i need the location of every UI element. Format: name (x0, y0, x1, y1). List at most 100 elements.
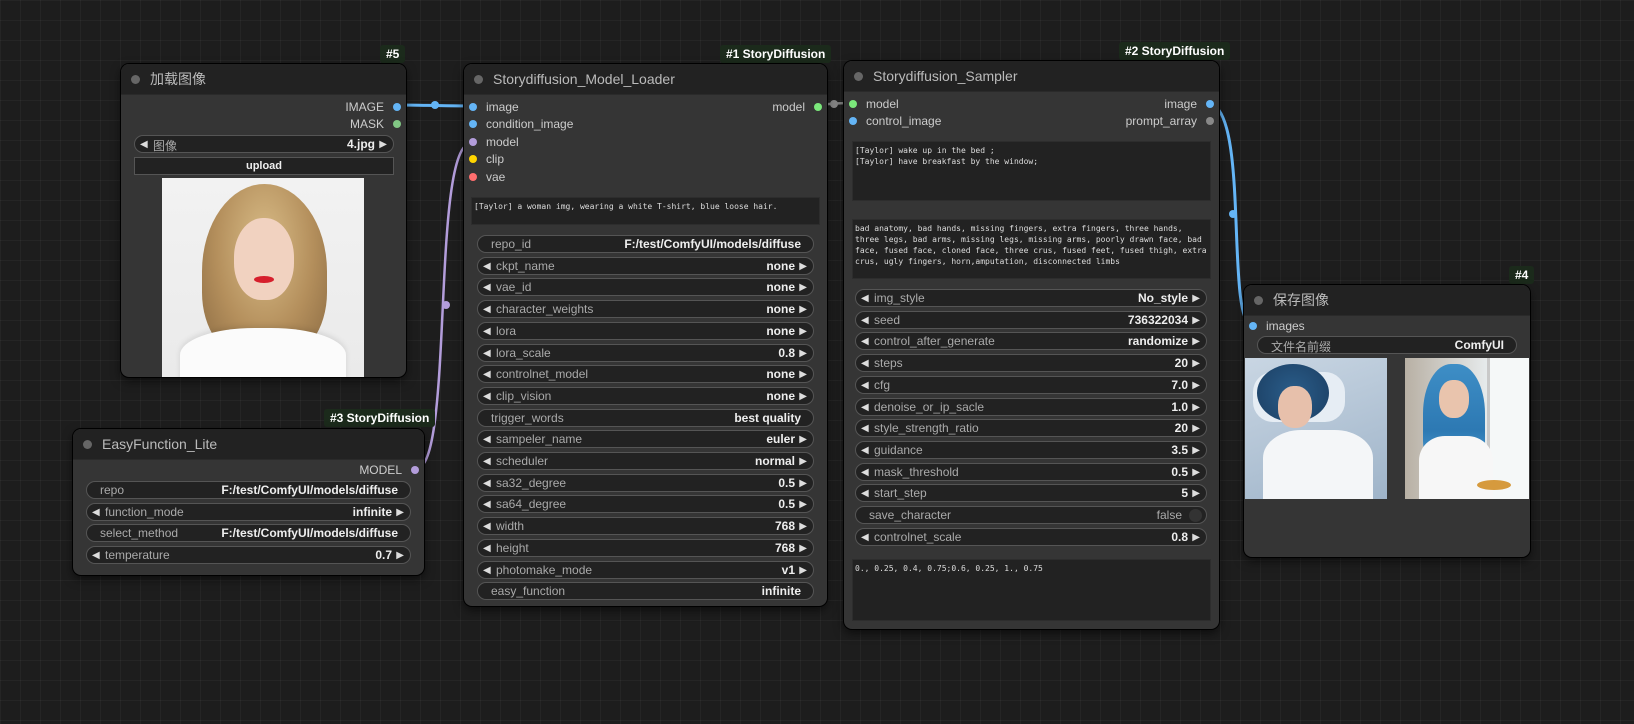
widget-height[interactable]: ◀ height 768 ▶ (477, 538, 814, 557)
widget-start-step[interactable]: ◀ start_step 5 ▶ (855, 484, 1207, 503)
widget-sa32-degree[interactable]: ◀ sa32_degree 0.5 ▶ (477, 473, 814, 492)
input-slot-model[interactable]: model (849, 96, 899, 112)
arrow-left-icon[interactable]: ◀ (483, 453, 491, 470)
arrow-right-icon[interactable]: ▶ (799, 301, 807, 318)
image-select-combo[interactable]: ◀ 图像 4.jpg ▶ (134, 135, 394, 153)
storydiffusion-model-loader-node[interactable]: Storydiffusion_Model_Loader image condit… (464, 64, 827, 606)
widget-clip-vision[interactable]: ◀ clip_vision none ▶ (477, 386, 814, 405)
widget-save-character[interactable]: save_character false (855, 506, 1207, 524)
arrow-right-icon[interactable]: ▶ (1192, 485, 1200, 502)
arrow-left-icon[interactable]: ◀ (483, 345, 491, 362)
widget-control-after-generate[interactable]: ◀ control_after_generate randomize ▶ (855, 332, 1207, 351)
input-slot-clip[interactable]: clip (469, 151, 504, 167)
arrow-right-icon[interactable]: ▶ (396, 547, 404, 564)
arrow-right-icon[interactable]: ▶ (799, 562, 807, 579)
node-header[interactable]: Storydiffusion_Model_Loader (464, 64, 827, 95)
arrow-left-icon[interactable]: ◀ (483, 388, 491, 405)
storydiffusion-sampler-node[interactable]: Storydiffusion_Sampler model control_ima… (844, 61, 1219, 629)
widget-guidance[interactable]: ◀ guidance 3.5 ▶ (855, 440, 1207, 459)
widget-function-mode[interactable]: ◀ function_mode infinite ▶ (86, 502, 411, 521)
input-slot-image[interactable]: image (469, 99, 519, 115)
widget-controlnet-scale[interactable]: ◀ controlnet_scale 0.8 ▶ (855, 527, 1207, 546)
widget-trigger-words[interactable]: trigger_words best quality (477, 408, 814, 427)
arrow-right-icon[interactable]: ▶ (1192, 312, 1200, 329)
arrow-left-icon[interactable]: ◀ (861, 333, 869, 350)
arrow-left-icon[interactable]: ◀ (861, 355, 869, 372)
output-slot-model[interactable]: MODEL (359, 462, 419, 478)
load-image-node[interactable]: 加载图像 IMAGE MASK ◀ 图像 4.jpg ▶ upload (121, 64, 406, 377)
input-slot-vae[interactable]: vae (469, 169, 505, 185)
input-slot-images[interactable]: images (1249, 318, 1305, 334)
scene-prompt-textarea[interactable]: [Taylor] wake up in the bed ; [Taylor] h… (852, 141, 1211, 201)
arrow-right-icon[interactable]: ▶ (799, 453, 807, 470)
arrow-left-icon[interactable]: ◀ (92, 547, 100, 564)
image-output-pin-icon[interactable] (393, 103, 401, 111)
widget-denoise-or-ip-sacle[interactable]: ◀ denoise_or_ip_sacle 1.0 ▶ (855, 397, 1207, 416)
arrow-left-icon[interactable]: ◀ (483, 366, 491, 383)
model-input-pin-icon[interactable] (469, 138, 477, 146)
model-input-pin-icon[interactable] (849, 100, 857, 108)
widget-vae-id[interactable]: ◀ vae_id none ▶ (477, 278, 814, 297)
widget-width[interactable]: ◀ width 768 ▶ (477, 517, 814, 536)
node-header[interactable]: EasyFunction_Lite (73, 429, 424, 460)
model-output-pin-icon[interactable] (814, 103, 822, 111)
output-image-bed[interactable] (1245, 358, 1387, 499)
input-slot-control-image[interactable]: control_image (849, 113, 941, 129)
arrow-right-icon[interactable]: ▶ (799, 518, 807, 535)
widget-scheduler[interactable]: ◀ scheduler normal ▶ (477, 452, 814, 470)
vae-input-pin-icon[interactable] (469, 173, 477, 181)
arrow-right-icon[interactable]: ▶ (799, 323, 807, 340)
filename-prefix-field[interactable]: 文件名前缀 ComfyUI (1257, 336, 1517, 354)
output-slot-model[interactable]: model (772, 99, 822, 115)
arrow-right-icon[interactable]: ▶ (1192, 377, 1200, 394)
widget-seed[interactable]: ◀ seed 736322034 ▶ (855, 310, 1207, 329)
node-header[interactable]: Storydiffusion_Sampler (844, 61, 1219, 92)
mask-output-pin-icon[interactable] (393, 120, 401, 128)
arrow-left-icon[interactable]: ◀ (861, 312, 869, 329)
arrow-right-icon[interactable]: ▶ (379, 136, 387, 153)
arrow-left-icon[interactable]: ◀ (861, 290, 869, 307)
arrow-right-icon[interactable]: ▶ (1192, 290, 1200, 307)
widget-select-method[interactable]: select_method F:/test/ComfyUI/models/diff… (86, 524, 411, 543)
upload-button[interactable]: upload (134, 157, 394, 175)
arrow-right-icon[interactable]: ▶ (799, 345, 807, 362)
arrow-right-icon[interactable]: ▶ (1192, 333, 1200, 350)
arrow-left-icon[interactable]: ◀ (861, 529, 869, 546)
arrow-right-icon[interactable]: ▶ (1192, 464, 1200, 481)
arrow-left-icon[interactable]: ◀ (92, 504, 100, 521)
widget-ckpt-name[interactable]: ◀ ckpt_name none ▶ (477, 256, 814, 275)
widget-controlnet-model[interactable]: ◀ controlnet_model none ▶ (477, 365, 814, 384)
arrow-left-icon[interactable]: ◀ (483, 323, 491, 340)
arrow-left-icon[interactable]: ◀ (861, 399, 869, 416)
arrow-left-icon[interactable]: ◀ (483, 258, 491, 275)
image-input-pin-icon[interactable] (1249, 322, 1257, 330)
image-output-pin-icon[interactable] (1206, 100, 1214, 108)
clip-input-pin-icon[interactable] (469, 155, 477, 163)
output-slot-mask[interactable]: MASK (350, 116, 401, 132)
image-input-pin-icon[interactable] (469, 120, 477, 128)
prompt-array-output-pin-icon[interactable] (1206, 117, 1214, 125)
character-prompt-textarea[interactable]: [Taylor] a woman img, wearing a white T-… (471, 197, 820, 225)
collapse-dot-icon[interactable] (1254, 295, 1263, 305)
arrow-left-icon[interactable]: ◀ (483, 540, 491, 557)
arrow-right-icon[interactable]: ▶ (799, 388, 807, 405)
widget-style-strength-ratio[interactable]: ◀ style_strength_ratio 20 ▶ (855, 419, 1207, 438)
arrow-right-icon[interactable]: ▶ (799, 258, 807, 275)
arrow-right-icon[interactable]: ▶ (1192, 399, 1200, 416)
arrow-right-icon[interactable]: ▶ (799, 279, 807, 296)
easyfunction-lite-node[interactable]: EasyFunction_Lite MODEL repo F:/test/Comf… (73, 429, 424, 575)
image-input-pin-icon[interactable] (469, 103, 477, 111)
arrow-right-icon[interactable]: ▶ (1192, 529, 1200, 546)
input-slot-condition-image[interactable]: condition_image (469, 116, 573, 132)
widget-temperature[interactable]: ◀ temperature 0.7 ▶ (86, 546, 411, 565)
widget-lora-scale[interactable]: ◀ lora_scale 0.8 ▶ (477, 343, 814, 362)
output-slot-image[interactable]: image (1164, 96, 1214, 112)
model-output-pin-icon[interactable] (411, 466, 419, 474)
arrow-left-icon[interactable]: ◀ (861, 420, 869, 437)
widget-sa64-degree[interactable]: ◀ sa64_degree 0.5 ▶ (477, 495, 814, 514)
arrow-right-icon[interactable]: ▶ (1192, 442, 1200, 459)
widget-repo-id[interactable]: repo_id F:/test/ComfyUI/models/diffuse (477, 235, 814, 253)
widget-mask-threshold[interactable]: ◀ mask_threshold 0.5 ▶ (855, 462, 1207, 481)
arrow-left-icon[interactable]: ◀ (861, 442, 869, 459)
arrow-left-icon[interactable]: ◀ (483, 496, 491, 513)
